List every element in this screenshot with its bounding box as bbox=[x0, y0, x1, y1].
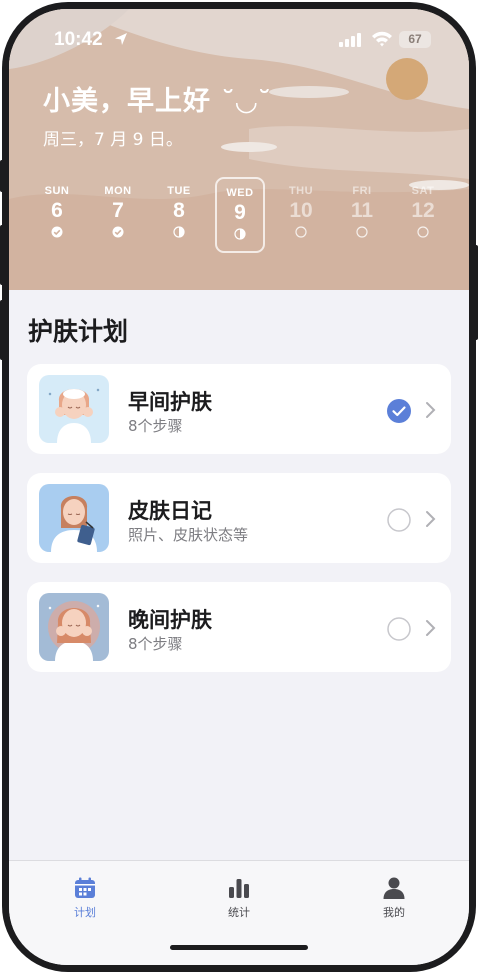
calendar-icon bbox=[75, 877, 95, 898]
day-tue[interactable]: TUE 8 bbox=[154, 177, 204, 253]
day-number: 8 bbox=[173, 199, 185, 222]
day-number: 7 bbox=[112, 199, 124, 222]
day-number: 9 bbox=[234, 201, 246, 224]
plan-subtitle: 8个步骤 bbox=[128, 635, 183, 653]
unchecked-circle-icon[interactable] bbox=[387, 508, 411, 532]
phone-frame: 10:42 67 小美，早上好 ˘◡˘ 周三，7 月 9 日。 SUN 6 MO… bbox=[0, 0, 478, 974]
evening-illustration bbox=[39, 593, 109, 661]
morning-illustration bbox=[39, 375, 109, 443]
plan-card-evening[interactable]: 晚间护肤 8个步骤 bbox=[27, 582, 451, 672]
day-mon[interactable]: MON 7 bbox=[93, 177, 143, 253]
week-selector: SUN 6 MON 7 TUE 8 WED 9 THU 10 FRI 11 SA… bbox=[29, 177, 457, 255]
half-circle-icon bbox=[173, 226, 185, 238]
check-circle-icon bbox=[112, 226, 124, 238]
header: 10:42 67 小美，早上好 ˘◡˘ 周三，7 月 9 日。 SUN 6 MO… bbox=[9, 9, 469, 290]
section-title: 护肤计划 bbox=[28, 317, 129, 346]
day-number: 10 bbox=[289, 199, 313, 222]
plan-subtitle: 照片、皮肤状态等 bbox=[128, 526, 249, 544]
diary-illustration bbox=[39, 484, 109, 552]
bar-chart-icon bbox=[229, 879, 249, 898]
cellular-signal-icon bbox=[339, 33, 361, 47]
day-sun[interactable]: SUN 6 bbox=[32, 177, 82, 253]
date-label: 周三，7 月 9 日。 bbox=[43, 130, 183, 150]
tab-profile[interactable]: 我的 bbox=[354, 876, 434, 920]
chevron-right-icon bbox=[426, 511, 436, 527]
location-arrow-icon bbox=[115, 33, 127, 45]
day-name: SAT bbox=[411, 185, 435, 197]
tab-label: 我的 bbox=[383, 906, 405, 919]
day-name: WED bbox=[226, 187, 254, 199]
tab-plan[interactable]: 计划 bbox=[45, 876, 125, 920]
check-circle-icon bbox=[51, 226, 63, 238]
day-name: MON bbox=[104, 185, 132, 197]
person-icon bbox=[383, 877, 405, 899]
tab-stats[interactable]: 统计 bbox=[199, 876, 279, 920]
home-indicator[interactable] bbox=[170, 945, 308, 950]
plan-card-diary[interactable]: 皮肤日记 照片、皮肤状态等 bbox=[27, 473, 451, 563]
unchecked-circle-icon[interactable] bbox=[387, 617, 411, 641]
day-sat[interactable]: SAT 12 bbox=[398, 177, 448, 253]
day-thu[interactable]: THU 10 bbox=[276, 177, 326, 253]
battery-indicator: 67 bbox=[399, 31, 431, 48]
plan-subtitle: 8个步骤 bbox=[128, 417, 183, 435]
day-name: FRI bbox=[352, 185, 372, 197]
chevron-right-icon bbox=[426, 402, 436, 418]
checked-circle-icon[interactable] bbox=[387, 399, 411, 423]
plan-card-morning[interactable]: 早间护肤 8个步骤 bbox=[27, 364, 451, 454]
day-wed-selected[interactable]: WED 9 bbox=[215, 177, 265, 253]
status-time: 10:42 bbox=[54, 29, 103, 50]
plan-title: 皮肤日记 bbox=[128, 499, 212, 523]
day-fri[interactable]: FRI 11 bbox=[337, 177, 387, 253]
day-name: THU bbox=[288, 185, 314, 197]
greeting: 小美，早上好 ˘◡˘ bbox=[43, 86, 273, 117]
half-circle-icon bbox=[234, 228, 246, 240]
empty-circle-icon bbox=[417, 226, 429, 238]
day-number: 11 bbox=[350, 199, 374, 222]
day-name: SUN bbox=[44, 185, 70, 197]
day-number: 12 bbox=[411, 199, 435, 222]
tab-label: 统计 bbox=[228, 906, 250, 919]
app-screen: 10:42 67 小美，早上好 ˘◡˘ 周三，7 月 9 日。 SUN 6 MO… bbox=[9, 9, 469, 965]
tab-label: 计划 bbox=[74, 906, 96, 919]
empty-circle-icon bbox=[295, 226, 307, 238]
plan-title: 早间护肤 bbox=[128, 390, 212, 414]
empty-circle-icon bbox=[356, 226, 368, 238]
chevron-right-icon bbox=[426, 620, 436, 636]
day-number: 6 bbox=[51, 199, 63, 222]
wifi-icon bbox=[372, 31, 392, 47]
plan-title: 晚间护肤 bbox=[128, 608, 212, 632]
status-bar: 10:42 67 bbox=[9, 27, 469, 53]
avatar[interactable] bbox=[386, 58, 428, 100]
day-name: TUE bbox=[167, 185, 191, 197]
